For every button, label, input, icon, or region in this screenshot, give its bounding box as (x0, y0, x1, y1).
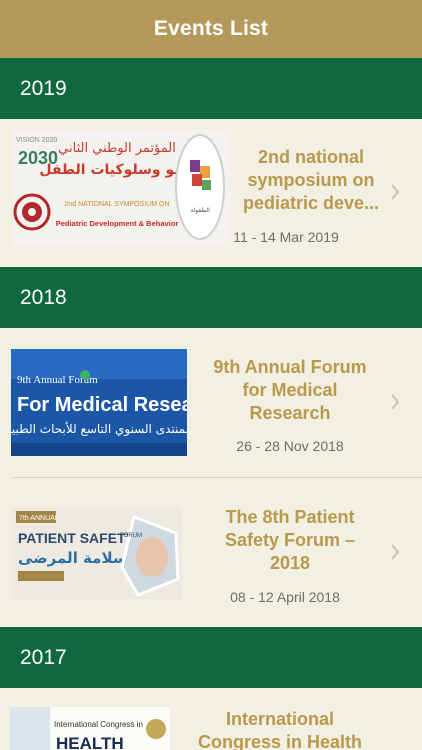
event-date: 11 - 14 Mar 2019 (233, 229, 339, 245)
svg-text:الطفولة: الطفولة (190, 207, 210, 214)
event-title: 2nd national symposium on pediatric deve… (242, 147, 380, 213)
chevron-right-icon (391, 394, 400, 410)
chevron-right-icon (391, 544, 400, 560)
section-header-2018: 2018 (0, 267, 422, 328)
svg-text:7th ANNUAL: 7th ANNUAL (19, 515, 59, 522)
navigation-bar: Events List (0, 0, 422, 58)
event-thumbnail: 9th Annual Forum For Medical Research ال… (11, 349, 187, 456)
svg-text:سلامة المرضى: سلامة المرضى (18, 549, 128, 567)
event-title: International Congress in Health (197, 709, 363, 750)
svg-text:FORUM: FORUM (120, 533, 142, 539)
section-year-label: 2018 (20, 285, 67, 309)
svg-text:HEALTH: HEALTH (56, 734, 124, 750)
svg-text:2nd NATIONAL SYMPOSIUM ON: 2nd NATIONAL SYMPOSIUM ON (64, 201, 169, 208)
svg-text:PATIENT SAFETY: PATIENT SAFETY (18, 530, 136, 546)
event-thumbnail: VISION 2030 2030 المؤتمر الوطني الثاني ل… (12, 130, 230, 246)
svg-text:For Medical Research: For Medical Research (17, 394, 187, 416)
svg-text:لنمو وسلوكيات الطفل: لنمو وسلوكيات الطفل (39, 162, 194, 178)
section-year-label: 2017 (20, 645, 67, 669)
section-header-2019: 2019 (0, 58, 422, 119)
event-thumbnail: 7th ANNUAL PATIENT SAFETY سلامة المرضى F… (12, 507, 182, 599)
event-title: 9th Annual Forum for Medical Research (213, 357, 367, 423)
svg-text:VISION 2030: VISION 2030 (16, 137, 57, 144)
chevron-right-icon (391, 184, 400, 200)
event-title: The 8th Patient Safety Forum – 2018 (224, 507, 356, 573)
page-title: Events List (153, 17, 269, 40)
event-thumbnail: International Congress in HEALTH (10, 707, 170, 750)
event-date: 08 - 12 April 2018 (230, 589, 340, 605)
svg-text:المنتدى السنوي التاسع للأبحاث: المنتدى السنوي التاسع للأبحاث الطبية (11, 421, 187, 437)
section-header-2017: 2017 (0, 627, 422, 688)
svg-text:Pediatric Development & Behavi: Pediatric Development & Behavior (56, 219, 179, 228)
svg-text:المؤتمر الوطني الثاني: المؤتمر الوطني الثاني (58, 141, 176, 156)
event-date: 26 - 28 Nov 2018 (236, 438, 344, 454)
section-year-label: 2019 (20, 76, 67, 100)
svg-text:International Congress in: International Congress in (54, 720, 143, 729)
